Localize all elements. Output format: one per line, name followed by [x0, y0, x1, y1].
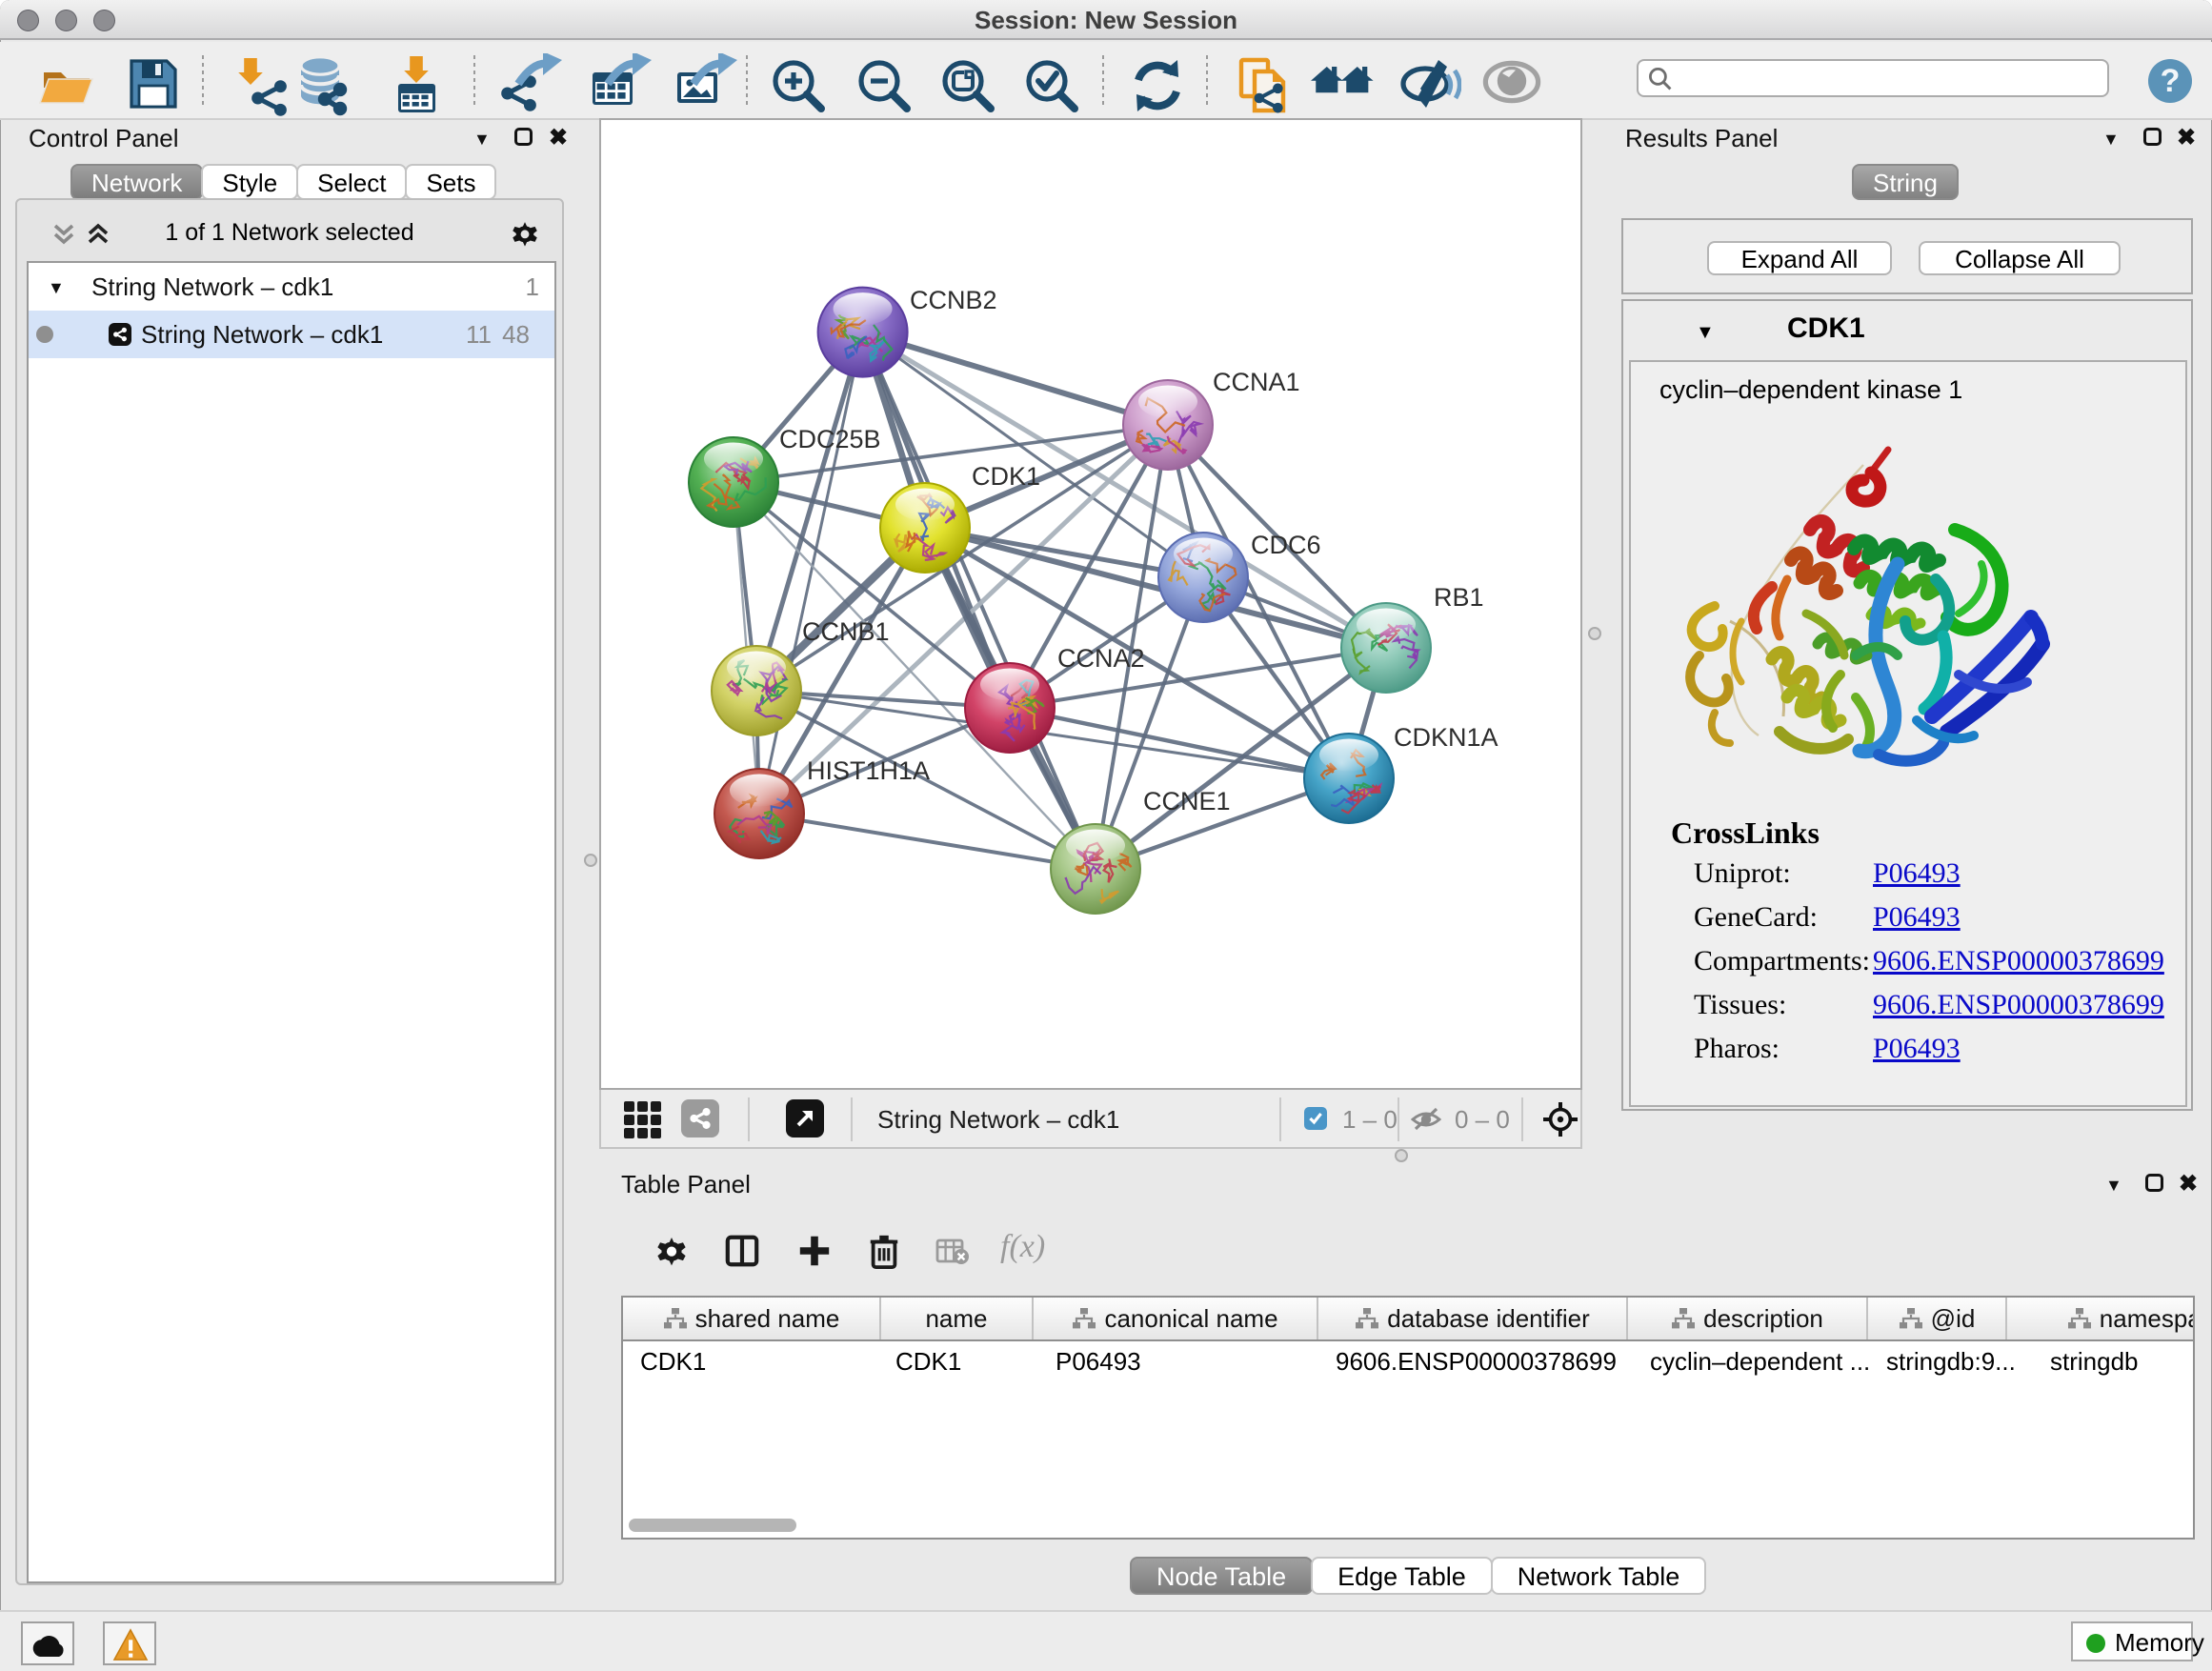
svg-text:CCNB1: CCNB1 [802, 617, 890, 646]
svg-text:HIST1H1A: HIST1H1A [807, 756, 930, 785]
svg-text:CDC6: CDC6 [1251, 531, 1321, 559]
svg-text:CCNB2: CCNB2 [910, 286, 997, 314]
svg-text:CCNE1: CCNE1 [1143, 787, 1231, 815]
svg-text:RB1: RB1 [1434, 583, 1484, 612]
svg-text:CDKN1A: CDKN1A [1394, 723, 1498, 752]
svg-text:CDC25B: CDC25B [779, 425, 881, 453]
svg-text:CDK1: CDK1 [972, 462, 1040, 491]
svg-text:CCNA2: CCNA2 [1057, 644, 1145, 673]
svg-text:CCNA1: CCNA1 [1213, 368, 1300, 396]
